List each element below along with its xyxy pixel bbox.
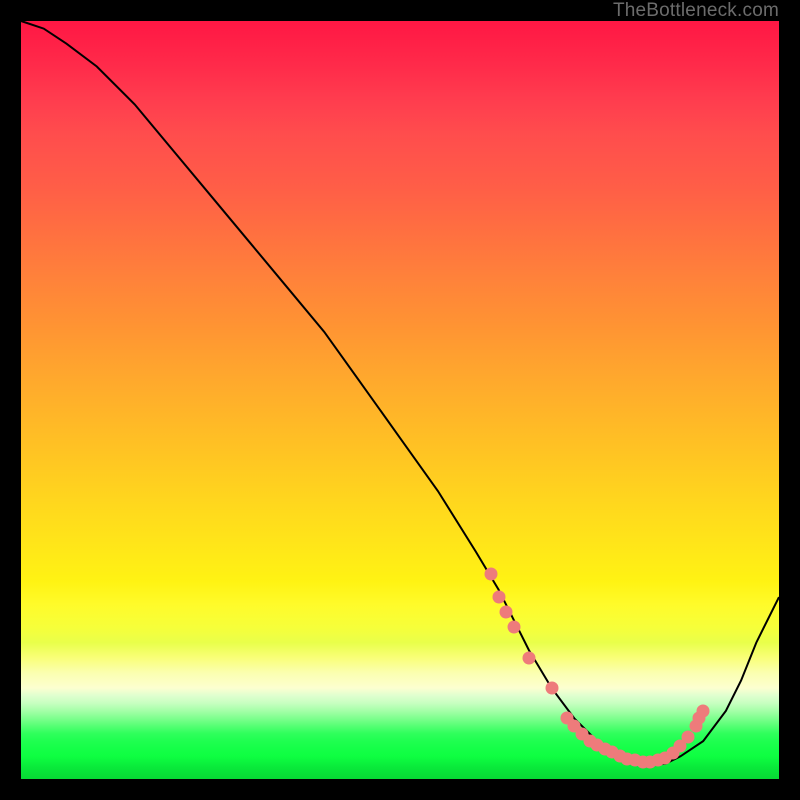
marker-dot <box>545 682 558 695</box>
curve-layer <box>21 21 779 779</box>
bottleneck-curve <box>21 21 779 764</box>
chart-frame: TheBottleneck.com <box>0 0 800 800</box>
watermark-text: TheBottleneck.com <box>613 0 779 22</box>
plot-area <box>21 21 779 779</box>
marker-dot <box>500 606 513 619</box>
marker-dot <box>697 704 710 717</box>
marker-dot <box>682 731 695 744</box>
marker-dot <box>522 651 535 664</box>
marker-dot <box>507 621 520 634</box>
marker-dot <box>484 568 497 581</box>
marker-dot <box>492 591 505 604</box>
